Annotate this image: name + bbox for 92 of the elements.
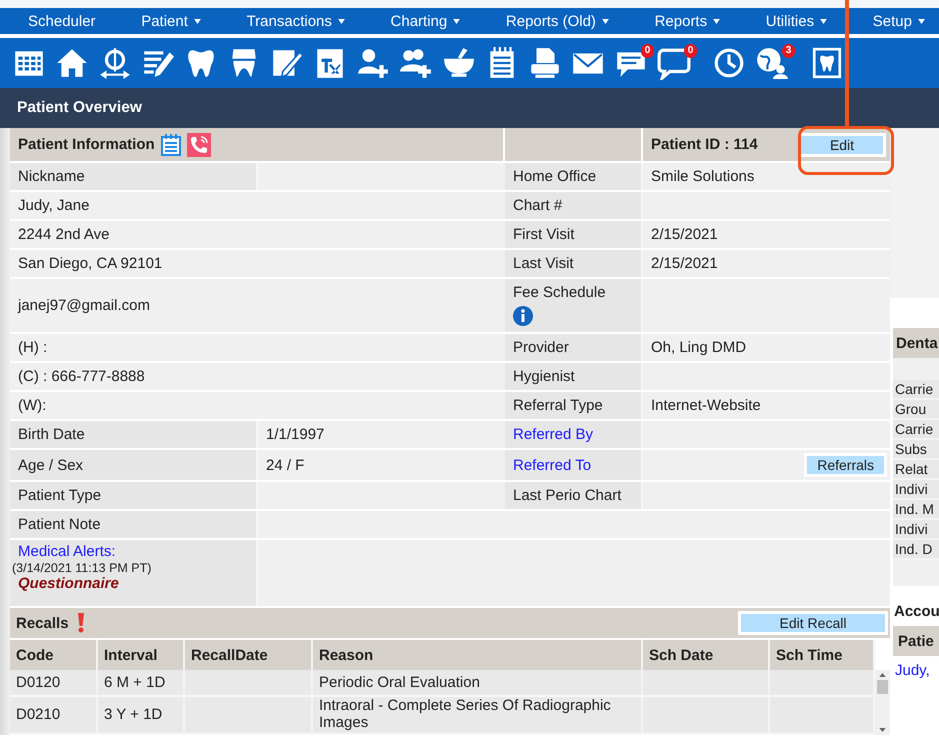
- menu-item[interactable]: Scheduler: [22, 12, 102, 30]
- field-label: Carrie: [893, 380, 939, 400]
- scrollbar[interactable]: [875, 670, 890, 735]
- menu-item[interactable]: Utilities: [760, 12, 834, 30]
- table-cell: D0210: [10, 697, 98, 735]
- menu-item[interactable]: Reports: [648, 12, 726, 30]
- field-label: Last Perio Chart: [505, 482, 643, 509]
- field-value: Smile Solutions: [643, 163, 890, 190]
- table-cell: D0120: [10, 670, 98, 697]
- alert-timestamp: (3/14/2021 11:13 PM PT): [12, 560, 152, 576]
- field-label: Provider: [505, 334, 643, 361]
- table-cell: Intraoral - Complete Series Of Radiographic Images: [313, 697, 643, 735]
- menu-item[interactable]: Reports (Old): [500, 12, 615, 30]
- caret-icon: [194, 18, 201, 24]
- field-label: Hygienist: [505, 363, 643, 390]
- table-cell: 3 Y + 1D: [98, 697, 185, 735]
- field-label: Indivi: [893, 520, 939, 540]
- field-value: 1/1/1997: [258, 421, 505, 448]
- field-link[interactable]: Referred By: [513, 425, 594, 444]
- printer-icon[interactable]: [528, 46, 562, 80]
- globe-user-icon[interactable]: [755, 46, 789, 80]
- column-header: Sch Date: [643, 640, 770, 670]
- column-header: Code: [10, 640, 98, 670]
- field-label: Birth Date: [10, 421, 258, 448]
- field-value: 24 / F: [258, 450, 505, 480]
- patient-id: Patient ID : 114: [651, 136, 758, 153]
- notepad-icon[interactable]: [160, 134, 181, 156]
- questionnaire-link[interactable]: Questionnaire: [18, 576, 119, 592]
- panel-title: Denta: [893, 328, 939, 358]
- user-plus-icon[interactable]: [356, 46, 390, 80]
- field-label: Referral Type: [505, 392, 643, 419]
- field-label: Indivi: [893, 480, 939, 500]
- column-header: Patie: [893, 626, 939, 656]
- table-cell: Periodic Oral Evaluation: [313, 670, 643, 697]
- count-badge: 3: [782, 44, 795, 58]
- column-header: Interval: [98, 640, 185, 670]
- caret-icon: [453, 18, 460, 24]
- count-badge: 0: [684, 44, 697, 58]
- field-label: Chart #: [505, 192, 643, 219]
- field-label: Ind. D: [893, 540, 939, 560]
- menu-item[interactable]: Charting: [384, 12, 466, 30]
- medical-alerts-link[interactable]: Medical Alerts:: [18, 544, 116, 560]
- column-header: Sch Time: [770, 640, 875, 670]
- speech-bubble-icon[interactable]: [657, 46, 691, 80]
- users-plus-icon[interactable]: [399, 46, 433, 80]
- count-badge: 0: [641, 44, 654, 58]
- column-header: RecallDate: [185, 640, 313, 670]
- field-value: 2/15/2021: [643, 250, 890, 277]
- menu-item[interactable]: Setup: [866, 12, 931, 30]
- field-label: First Visit: [505, 221, 643, 248]
- section-title: Recalls: [16, 614, 69, 632]
- field-label-text: Fee Schedule: [513, 283, 606, 302]
- field-label: Last Visit: [505, 250, 643, 277]
- coin-arrows-icon[interactable]: [98, 46, 132, 80]
- table-cell: 6 M + 1D: [98, 670, 185, 697]
- field-label: Ind. M: [893, 500, 939, 520]
- field-link[interactable]: Referred To: [513, 456, 592, 474]
- section-title: Patient Information: [18, 136, 155, 153]
- field-value: 2/15/2021: [643, 221, 890, 248]
- field-label: Age / Sex: [10, 450, 258, 480]
- caret-icon: [918, 18, 925, 24]
- field-label: Grou: [893, 400, 939, 420]
- field-label: Home Office: [505, 163, 643, 190]
- field-label: Subs: [893, 440, 939, 460]
- mortar-icon[interactable]: [442, 46, 476, 80]
- clock-icon[interactable]: [712, 46, 746, 80]
- field-label: Relat: [893, 460, 939, 480]
- column-header: Reason: [313, 640, 643, 670]
- field-label: Patient Note: [10, 511, 258, 538]
- field-label: Nickname: [10, 163, 258, 190]
- patient-link[interactable]: Judy,: [895, 662, 930, 679]
- caret-icon: [820, 18, 828, 24]
- scrollbar-thumb[interactable]: [877, 680, 888, 694]
- field-label: Carrie: [893, 420, 939, 440]
- field-value: Oh, Ling DMD: [643, 334, 890, 361]
- edit-button[interactable]: Edit: [798, 132, 886, 156]
- field-label: Patient Type: [10, 482, 258, 509]
- caret-icon: [713, 18, 720, 24]
- edit-recall-button[interactable]: Edit Recall: [738, 611, 888, 635]
- caret-icon: [602, 18, 609, 24]
- exclamation-icon: [76, 613, 85, 633]
- tooth-card-icon[interactable]: [810, 46, 844, 80]
- referrals-button[interactable]: Referrals: [804, 453, 887, 477]
- phone-icon[interactable]: [186, 132, 211, 156]
- field-value: Internet-Website: [643, 392, 890, 419]
- menu-item[interactable]: Transactions: [240, 12, 351, 30]
- caret-icon: [338, 18, 345, 24]
- info-icon[interactable]: [513, 306, 533, 326]
- menu-item[interactable]: Patient: [135, 12, 207, 30]
- page-title: Patient Overview: [17, 99, 142, 117]
- scroll-up-icon[interactable]: [879, 673, 886, 677]
- scroll-down-icon[interactable]: [879, 728, 886, 732]
